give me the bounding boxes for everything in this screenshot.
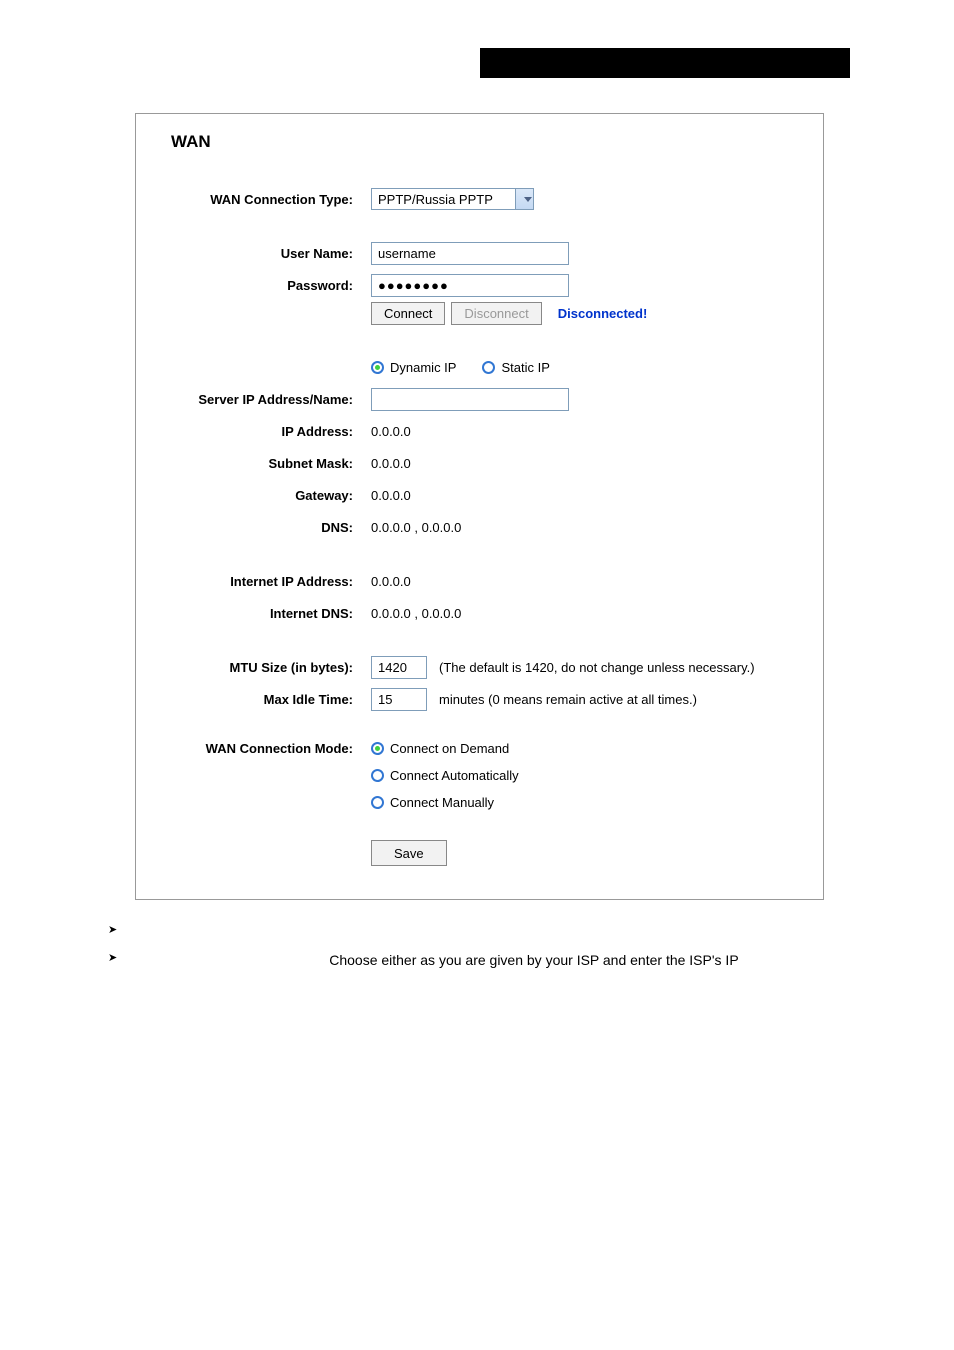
gateway-value: 0.0.0.0 bbox=[371, 488, 411, 503]
max-idle-label: Max Idle Time: bbox=[171, 692, 371, 707]
connect-on-demand-radio[interactable]: Connect on Demand bbox=[371, 741, 519, 756]
subnet-mask-value: 0.0.0.0 bbox=[371, 456, 411, 471]
save-button[interactable]: Save bbox=[371, 840, 447, 866]
connect-manually-label: Connect Manually bbox=[390, 795, 494, 810]
wan-type-label: WAN Connection Type: bbox=[171, 192, 371, 207]
username-label: User Name: bbox=[171, 246, 371, 261]
connect-on-demand-label: Connect on Demand bbox=[390, 741, 509, 756]
header-black-bar bbox=[480, 48, 850, 78]
bullet-icon: ➤ bbox=[108, 951, 117, 973]
internet-dns-label: Internet DNS: bbox=[171, 606, 371, 621]
connect-button[interactable]: Connect bbox=[371, 302, 445, 325]
dynamic-ip-label: Dynamic IP bbox=[390, 360, 456, 375]
wan-type-value: PPTP/Russia PPTP bbox=[372, 192, 493, 207]
radio-icon bbox=[371, 796, 384, 809]
radio-checked-icon bbox=[371, 361, 384, 374]
gateway-label: Gateway: bbox=[171, 488, 371, 503]
bullet-text-2: Choose either as you are given by your I… bbox=[329, 948, 738, 973]
wan-mode-label: WAN Connection Mode: bbox=[171, 741, 371, 756]
bullet-row-2: ➤ Choose either as you are given by your… bbox=[108, 948, 846, 973]
wan-type-select[interactable]: PPTP/Russia PPTP bbox=[371, 188, 534, 210]
radio-icon bbox=[371, 769, 384, 782]
panel-title: WAN bbox=[171, 132, 788, 152]
connection-status: Disconnected! bbox=[558, 306, 648, 321]
ip-address-value: 0.0.0.0 bbox=[371, 424, 411, 439]
internet-ip-label: Internet IP Address: bbox=[171, 574, 371, 589]
bullet-row-1: ➤ bbox=[108, 920, 846, 936]
radio-icon bbox=[482, 361, 495, 374]
username-input[interactable] bbox=[371, 242, 569, 265]
connect-automatically-label: Connect Automatically bbox=[390, 768, 519, 783]
server-ip-input[interactable] bbox=[371, 388, 569, 411]
static-ip-label: Static IP bbox=[501, 360, 549, 375]
mtu-hint: (The default is 1420, do not change unle… bbox=[439, 660, 755, 675]
dynamic-ip-radio[interactable]: Dynamic IP bbox=[371, 360, 456, 375]
mtu-input[interactable] bbox=[371, 656, 427, 679]
connect-automatically-radio[interactable]: Connect Automatically bbox=[371, 768, 519, 783]
ip-address-label: IP Address: bbox=[171, 424, 371, 439]
chevron-down-icon bbox=[515, 189, 533, 209]
dns-value: 0.0.0.0 , 0.0.0.0 bbox=[371, 520, 461, 535]
static-ip-radio[interactable]: Static IP bbox=[482, 360, 549, 375]
wan-panel: WAN WAN Connection Type: PPTP/Russia PPT… bbox=[135, 113, 824, 900]
dns-label: DNS: bbox=[171, 520, 371, 535]
password-input[interactable] bbox=[371, 274, 569, 297]
radio-checked-icon bbox=[371, 742, 384, 755]
internet-ip-value: 0.0.0.0 bbox=[371, 574, 411, 589]
internet-dns-value: 0.0.0.0 , 0.0.0.0 bbox=[371, 606, 461, 621]
connect-manually-radio[interactable]: Connect Manually bbox=[371, 795, 519, 810]
password-label: Password: bbox=[171, 278, 371, 293]
mtu-label: MTU Size (in bytes): bbox=[171, 660, 371, 675]
disconnect-button[interactable]: Disconnect bbox=[451, 302, 541, 325]
bullet-icon: ➤ bbox=[108, 923, 117, 936]
max-idle-hint: minutes (0 means remain active at all ti… bbox=[439, 692, 697, 707]
subnet-mask-label: Subnet Mask: bbox=[171, 456, 371, 471]
server-ip-label: Server IP Address/Name: bbox=[171, 392, 371, 407]
max-idle-input[interactable] bbox=[371, 688, 427, 711]
